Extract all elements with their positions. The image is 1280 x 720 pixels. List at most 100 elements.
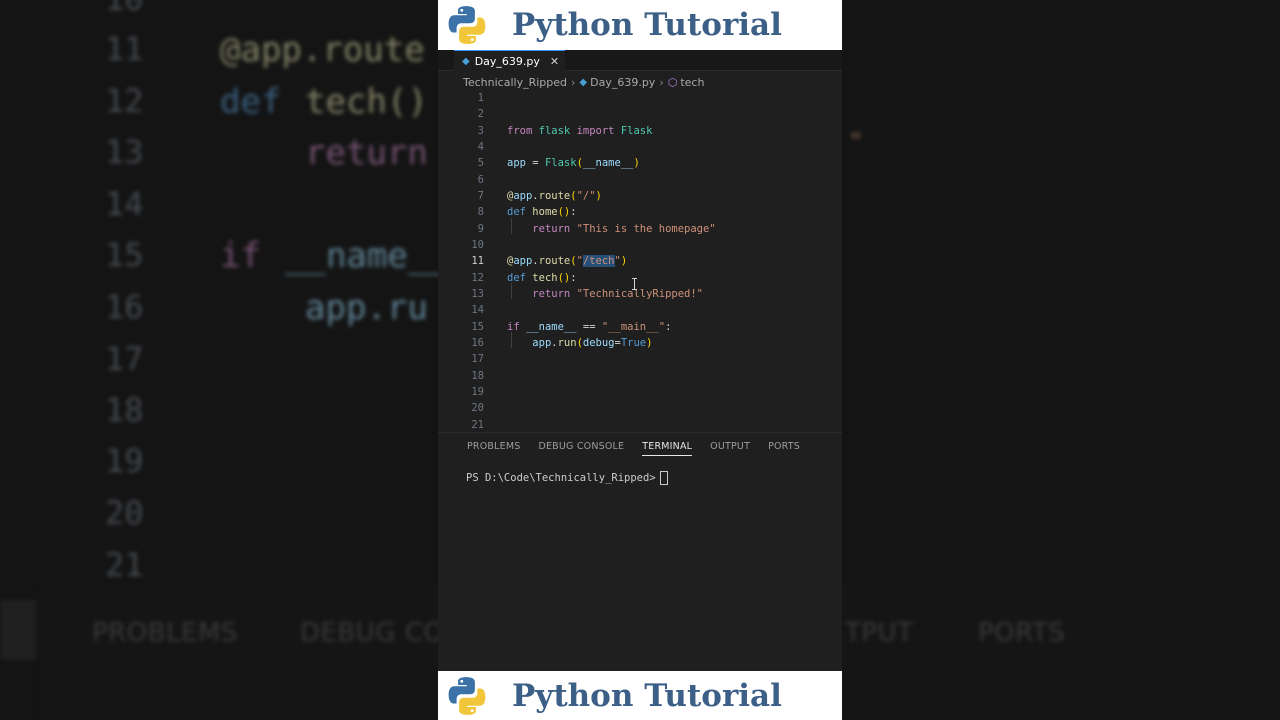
code-line: 13 return "TechnicallyRipped!" (438, 286, 842, 302)
code-line: 16 app.run(debug=True) (438, 335, 842, 351)
chevron-right-icon: › (659, 75, 664, 89)
code-text: app.run(debug=True) (532, 337, 653, 349)
bg-line-number: 16 (105, 288, 144, 326)
bottom-banner: Python Tutorial (438, 671, 842, 720)
code-line: 2 (438, 106, 842, 122)
chevron-right-icon: › (571, 75, 576, 89)
line-number: 12 (471, 272, 484, 284)
line-number: 21 (471, 419, 484, 431)
code-text: def tech(): (507, 272, 577, 284)
bg-line-number: 21 (105, 546, 144, 584)
code-line: 4 (438, 139, 842, 155)
breadcrumb-file[interactable]: Day_639.py (590, 76, 655, 89)
code-line: 5 app = Flask(__name__) (438, 155, 842, 171)
bg-code-text: def (220, 82, 282, 122)
bg-line-number: 18 (105, 391, 144, 429)
code-line: 10 (438, 237, 842, 253)
code-text: from flask import Flask (507, 125, 653, 137)
code-line: 7 @app.route("/") (438, 188, 842, 204)
bg-code-text: __name__ (285, 236, 449, 276)
mouse-ibeam-cursor (632, 278, 637, 290)
line-number: 13 (471, 288, 484, 300)
code-line: 20 (438, 400, 842, 416)
editor-tabbar: ◆ Day_639.py ✕ (438, 50, 842, 71)
code-line: 18 (438, 368, 842, 384)
code-text: def home(): (507, 206, 577, 218)
bg-code-text: return (305, 133, 428, 173)
bg-line-number: 14 (105, 185, 144, 223)
code-line: 3 from flask import Flask (438, 123, 842, 139)
panel-tabs: PROBLEMS DEBUG CONSOLE TERMINAL OUTPUT P… (467, 441, 818, 456)
terminal-prompt: PS D:\Code\Technically_Ripped> (466, 472, 656, 484)
code-text: @app.route("/") (507, 190, 602, 202)
breadcrumb-folder[interactable]: Technically_Ripped (463, 76, 567, 89)
line-number: 18 (471, 370, 484, 382)
terminal-cursor (659, 471, 668, 485)
banner-title: Python Tutorial (512, 7, 782, 43)
line-number: 19 (471, 386, 484, 398)
line-number: 10 (471, 239, 484, 251)
line-number: 6 (477, 174, 484, 186)
line-number: 3 (477, 125, 484, 137)
tab-label: Day_639.py (474, 54, 540, 68)
editor-tab[interactable]: ◆ Day_639.py ✕ (454, 50, 566, 71)
bg-code-text: app.ru (305, 288, 428, 328)
line-number: 20 (471, 402, 484, 414)
tab-terminal[interactable]: TERMINAL (642, 441, 693, 456)
top-banner: Python Tutorial (438, 0, 842, 50)
python-logo-icon (448, 676, 486, 715)
code-text: @app.route("/tech") (507, 255, 628, 267)
bg-code-text: if (220, 236, 261, 276)
bg-line-number: 19 (105, 442, 144, 480)
code-editor[interactable]: 1 2 3 from flask import Flask 4 5 app = … (438, 90, 842, 432)
breadcrumb-symbol[interactable]: tech (680, 76, 704, 89)
code-line: 21 (438, 417, 842, 433)
code-line: 14 (438, 302, 842, 318)
bg-line-number: 17 (105, 340, 144, 378)
breadcrumb: Technically_Ripped › ◆ Day_639.py › ⬡ te… (463, 74, 704, 90)
code-line: 6 (438, 172, 842, 188)
line-number: 8 (477, 206, 484, 218)
bg-panel-tab: TPUT (845, 618, 914, 648)
line-number: 14 (471, 304, 484, 316)
code-line: 15 if __name__ == "__main__": (438, 319, 842, 335)
line-number: 4 (477, 141, 484, 153)
bg-activity-strip (0, 600, 36, 660)
line-number: 17 (471, 353, 484, 365)
line-number: 7 (477, 190, 484, 202)
bg-code-text: tech() (305, 82, 428, 122)
python-file-icon: ◆ (462, 55, 470, 67)
code-line: 17 (438, 351, 842, 367)
python-logo-icon (448, 6, 486, 44)
symbol-method-icon: ⬡ (667, 75, 678, 89)
bg-code-text: @app.route (220, 30, 425, 70)
tab-debug-console[interactable]: DEBUG CONSOLE (538, 441, 624, 456)
code-text: if __name__ == "__main__": (507, 321, 672, 333)
line-number: 9 (477, 223, 484, 235)
line-number: 1 (477, 92, 484, 104)
bg-line-number: 15 (105, 236, 144, 274)
line-number: 15 (471, 321, 484, 333)
tab-ports[interactable]: PORTS (768, 441, 800, 456)
bg-line-number: 13 (105, 133, 144, 171)
bg-panel-tab: DEBUG CO (300, 618, 445, 648)
code-line: 12 def tech(): (438, 270, 842, 286)
bg-line-number: 10 (105, 0, 144, 18)
banner-title: Python Tutorial (512, 677, 782, 714)
line-number: 2 (477, 108, 484, 120)
code-line: 1 (438, 90, 842, 106)
text-selection: /tech (582, 255, 615, 267)
code-text: app = Flask(__name__) (507, 157, 640, 169)
terminal[interactable]: PS D:\Code\Technically_Ripped> (466, 471, 668, 485)
code-line: 8 def home(): (438, 204, 842, 220)
bg-code-text: " (848, 128, 864, 158)
line-number: 16 (471, 337, 484, 349)
python-file-icon: ◆ (579, 76, 588, 88)
bg-panel-tab: PROBLEMS (92, 618, 238, 648)
tab-output[interactable]: OUTPUT (710, 441, 750, 456)
code-line-active: 11 @app.route("/tech") (438, 253, 842, 269)
tab-problems[interactable]: PROBLEMS (467, 441, 520, 456)
bg-panel-tab: PORTS (978, 618, 1066, 648)
bottom-panel: PROBLEMS DEBUG CONSOLE TERMINAL OUTPUT P… (438, 432, 842, 672)
close-icon[interactable]: ✕ (550, 55, 559, 68)
